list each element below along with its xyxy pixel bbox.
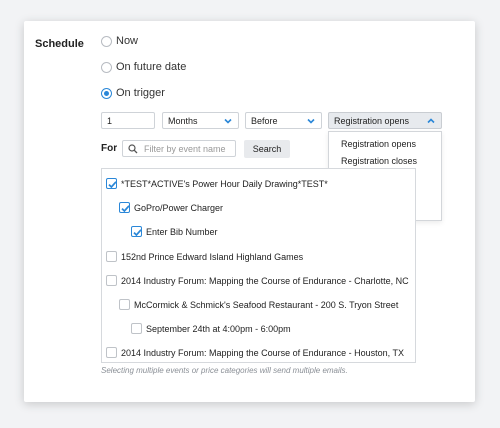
checkbox[interactable]: [106, 347, 117, 358]
search-icon: [128, 143, 138, 153]
tree-row-label: 2014 Industry Forum: Mapping the Course …: [121, 275, 409, 286]
radio-future-date[interactable]: On future date: [101, 61, 186, 73]
dropdown-option-registration-closes[interactable]: Registration closes: [329, 153, 441, 170]
checkbox[interactable]: [106, 178, 117, 189]
radio-now[interactable]: Now: [101, 35, 138, 47]
relation-value: Before: [251, 115, 278, 126]
tree-row[interactable]: *TEST*ACTIVE's Power Hour Daily Drawing*…: [106, 178, 328, 189]
radio-now-indicator[interactable]: [101, 35, 112, 47]
for-label: For: [101, 143, 118, 154]
event-filter-input[interactable]: Filter by event name: [122, 140, 236, 157]
checkbox[interactable]: [119, 299, 130, 310]
tree-row-label: Enter Bib Number: [146, 226, 218, 237]
checkbox[interactable]: [119, 202, 130, 213]
unit-value: Months: [168, 115, 198, 126]
radio-on-trigger-label: On trigger: [116, 87, 165, 99]
event-filter-placeholder: Filter by event name: [144, 143, 226, 154]
checkbox[interactable]: [106, 275, 117, 286]
radio-on-trigger[interactable]: On trigger: [101, 87, 165, 99]
tree-row[interactable]: McCormick & Schmick's Seafood Restaurant…: [119, 299, 398, 310]
schedule-label: Schedule: [35, 38, 84, 50]
unit-select[interactable]: Months: [162, 112, 239, 129]
radio-future-date-indicator[interactable]: [101, 61, 112, 73]
dropdown-option-registration-opens[interactable]: Registration opens: [329, 136, 441, 153]
multiple-emails-note: Selecting multiple events or price categ…: [101, 366, 348, 375]
tree-row-label: McCormick & Schmick's Seafood Restaurant…: [134, 299, 399, 310]
checkmark-icon: [108, 181, 117, 189]
tree-row[interactable]: 152nd Prince Edward Island Highland Game…: [106, 251, 303, 262]
tree-row[interactable]: Enter Bib Number: [131, 226, 218, 237]
tree-row-label: 2014 Industry Forum: Mapping the Course …: [121, 347, 404, 358]
checkmark-icon: [133, 229, 142, 237]
chevron-down-icon: [307, 118, 315, 124]
event-tree: *TEST*ACTIVE's Power Hour Daily Drawing*…: [101, 168, 416, 363]
checkbox[interactable]: [131, 323, 142, 334]
relation-select[interactable]: Before: [245, 112, 322, 129]
tree-row-label: 152nd Prince Edward Island Highland Game…: [121, 251, 304, 262]
event-trigger-select[interactable]: Registration opens: [328, 112, 442, 129]
tree-row[interactable]: September 24th at 4:00pm - 6:00pm: [131, 323, 291, 334]
chevron-up-icon: [427, 117, 435, 123]
checkbox[interactable]: [106, 251, 117, 262]
radio-future-date-label: On future date: [116, 61, 187, 73]
checkbox[interactable]: [131, 226, 142, 237]
checkmark-icon: [121, 205, 130, 213]
tree-row[interactable]: GoPro/Power Charger: [119, 202, 223, 213]
amount-input[interactable]: 1: [101, 112, 155, 129]
search-button[interactable]: Search: [244, 140, 290, 158]
tree-row[interactable]: 2014 Industry Forum: Mapping the Course …: [106, 347, 404, 358]
tree-row[interactable]: 2014 Industry Forum: Mapping the Course …: [106, 275, 409, 286]
radio-now-label: Now: [116, 35, 139, 47]
amount-value: 1: [107, 115, 113, 126]
event-trigger-value: Registration opens: [334, 115, 410, 126]
tree-row-label: GoPro/Power Charger: [134, 202, 224, 213]
tree-row-label: September 24th at 4:00pm - 6:00pm: [146, 323, 291, 334]
chevron-down-icon: [224, 118, 232, 124]
tree-row-label: *TEST*ACTIVE's Power Hour Daily Drawing*…: [121, 178, 328, 189]
radio-on-trigger-indicator[interactable]: [101, 87, 112, 99]
